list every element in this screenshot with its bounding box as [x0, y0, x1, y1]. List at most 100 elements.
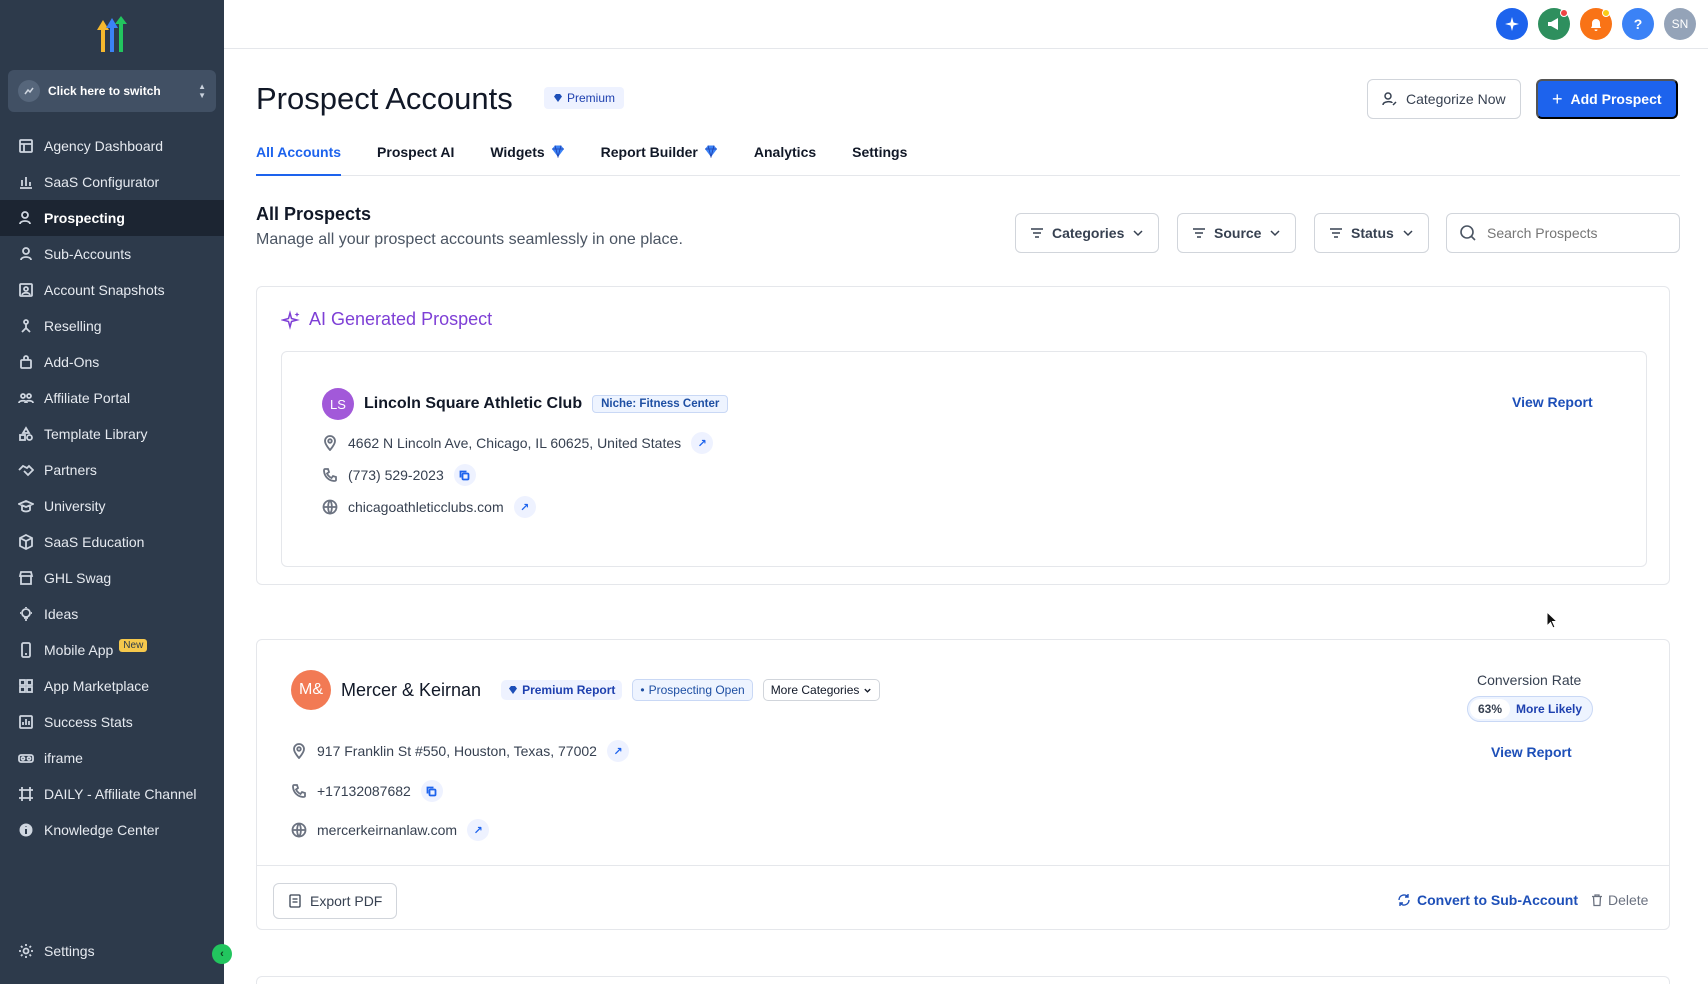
prospect-header: M& Mercer & Keirnan Premium Report • Pro… [291, 670, 881, 710]
sidebar-nav: Agency Dashboard SaaS Configurator Prosp… [0, 128, 224, 868]
user-icon [18, 246, 34, 262]
filter-icon [1193, 228, 1205, 238]
sidebar-item-sub-accounts[interactable]: Sub-Accounts [0, 236, 224, 272]
premium-report-label: Premium Report [522, 683, 616, 697]
sidebar-item-saas-education[interactable]: SaaS Education [0, 524, 224, 560]
conversion-percent: 63% [1470, 699, 1511, 719]
convert-sub-account-button[interactable]: Convert to Sub-Account [1397, 892, 1578, 908]
chevron-down-icon [1403, 230, 1413, 237]
location-pin-icon [324, 435, 336, 451]
categories-filter[interactable]: Categories [1015, 213, 1160, 253]
sidebar-item-add-ons[interactable]: Add-Ons [0, 344, 224, 380]
source-filter[interactable]: Source [1177, 213, 1297, 253]
add-prospect-button[interactable]: + Add Prospect [1536, 79, 1678, 119]
sidebar-item-knowledge-center[interactable]: Knowledge Center [0, 812, 224, 848]
sidebar-item-prospecting[interactable]: Prospecting [0, 200, 224, 236]
open-address-button[interactable]: ↗ [606, 740, 629, 762]
open-website-button[interactable]: ↗ [513, 496, 536, 518]
sidebar-item-app-marketplace[interactable]: App Marketplace [0, 668, 224, 704]
diamond-icon [704, 145, 717, 158]
tab-report-builder[interactable]: Report Builder [601, 144, 718, 176]
sidebar-item-partners[interactable]: Partners [0, 452, 224, 488]
tab-label: Settings [852, 144, 908, 160]
status-filter[interactable]: Status [1314, 213, 1429, 253]
location-pin-icon [293, 743, 305, 759]
sidebar-item-university[interactable]: University [0, 488, 224, 524]
tab-analytics[interactable]: Analytics [754, 144, 816, 176]
tab-label: Analytics [753, 144, 817, 160]
view-report-link[interactable]: View Report [1512, 394, 1593, 410]
tab-settings[interactable]: Settings [852, 144, 907, 176]
box-icon [18, 534, 34, 550]
sidebar-item-affiliate-portal[interactable]: Affiliate Portal [0, 380, 224, 416]
ai-sparkle-button[interactable] [1496, 8, 1528, 40]
notifications-button[interactable] [1580, 8, 1612, 40]
top-icons: ? SN [1496, 8, 1696, 40]
search-input[interactable] [1487, 225, 1657, 241]
account-switcher[interactable]: Click here to switch ▲ ▼ [8, 70, 216, 112]
info-icon [18, 822, 34, 838]
view-report-link[interactable]: View Report [1491, 744, 1572, 760]
export-pdf-button[interactable]: Export PDF [273, 883, 398, 919]
section-subtitle: Manage all your prospect accounts seamle… [256, 231, 683, 248]
search-box[interactable] [1446, 213, 1680, 253]
conversion-rate-badge: 63% More Likely [1467, 696, 1594, 722]
address-row: 917 Franklin St #550, Houston, Texas, 77… [291, 740, 629, 762]
ai-prospect-details: LS Lincoln Square Athletic Club Niche: F… [281, 351, 1647, 567]
sidebar-item-iframe[interactable]: iframe [0, 740, 224, 776]
phone-call-icon [323, 468, 337, 482]
copy-phone-button[interactable] [453, 464, 476, 486]
phone-row: +17132087682 [291, 780, 443, 802]
collapse-sidebar-button[interactable]: ‹ [212, 944, 232, 964]
delete-button[interactable]: Delete [1590, 892, 1648, 908]
sidebar-item-mobile-app[interactable]: Mobile App New [0, 632, 224, 668]
more-categories-dropdown[interactable]: More Categories [762, 679, 881, 701]
website-text[interactable]: mercerkeirnanlaw.com [317, 822, 457, 838]
arrow-up-right-icon: ↗ [697, 437, 707, 450]
sidebar-item-label: Template Library [44, 426, 148, 442]
switch-icon [18, 80, 40, 102]
categorize-now-button[interactable]: Categorize Now [1367, 79, 1521, 119]
chart-bars-icon [18, 174, 34, 190]
avatar-initials: LS [330, 396, 346, 412]
niche-badge: Niche: Fitness Center [592, 395, 729, 413]
sidebar-item-agency-dashboard[interactable]: Agency Dashboard [0, 128, 224, 164]
tab-all-accounts[interactable]: All Accounts [256, 144, 342, 176]
copy-icon [459, 470, 470, 480]
megaphone-icon [1548, 18, 1558, 30]
copy-phone-button[interactable] [420, 780, 443, 802]
conversion-rate-label: Conversion Rate [1477, 672, 1582, 688]
refresh-icon [1398, 894, 1410, 906]
premium-label: Premium [567, 91, 616, 105]
sidebar-item-template-library[interactable]: Template Library [0, 416, 224, 452]
open-website-button[interactable]: ↗ [467, 819, 490, 841]
tab-prospect-ai[interactable]: Prospect AI [377, 144, 454, 176]
phone-call-icon [292, 784, 306, 798]
sidebar-item-settings[interactable]: Settings [0, 933, 224, 969]
sidebar-item-label: Agency Dashboard [44, 138, 164, 154]
app-logo [91, 16, 133, 54]
prospect-avatar: M& [291, 670, 331, 710]
sidebar-item-daily-affiliate-channel[interactable]: DAILY - Affiliate Channel [0, 776, 224, 812]
sidebar-item-account-snapshots[interactable]: Account Snapshots [0, 272, 224, 308]
sidebar-item-ideas[interactable]: Ideas [0, 596, 224, 632]
announcements-button[interactable] [1538, 8, 1570, 40]
sidebar-item-saas-configurator[interactable]: SaaS Configurator [0, 164, 224, 200]
filter-icon [1330, 228, 1342, 238]
sidebar-item-success-stats[interactable]: Success Stats [0, 704, 224, 740]
help-button[interactable]: ? [1622, 8, 1654, 40]
sidebar-item-ghl-swag[interactable]: GHL Swag [0, 560, 224, 596]
sidebar-item-label: University [44, 498, 106, 514]
sidebar-item-reselling[interactable]: Reselling [0, 308, 224, 344]
bell-icon [1591, 19, 1601, 31]
tab-bar: All Accounts Prospect AI Widgets Report … [256, 144, 1680, 176]
sidebar-item-label: Mobile App [44, 642, 114, 658]
convert-label: Convert to Sub-Account [1417, 892, 1578, 908]
user-avatar[interactable]: SN [1664, 8, 1696, 40]
gear-icon [19, 944, 33, 958]
open-address-button[interactable]: ↗ [691, 432, 714, 454]
tab-widgets[interactable]: Widgets [490, 144, 564, 176]
filter-icon [1031, 228, 1043, 238]
website-text[interactable]: chicagoathleticclubs.com [348, 499, 504, 515]
arrow-up-right-icon: ↗ [613, 745, 623, 758]
